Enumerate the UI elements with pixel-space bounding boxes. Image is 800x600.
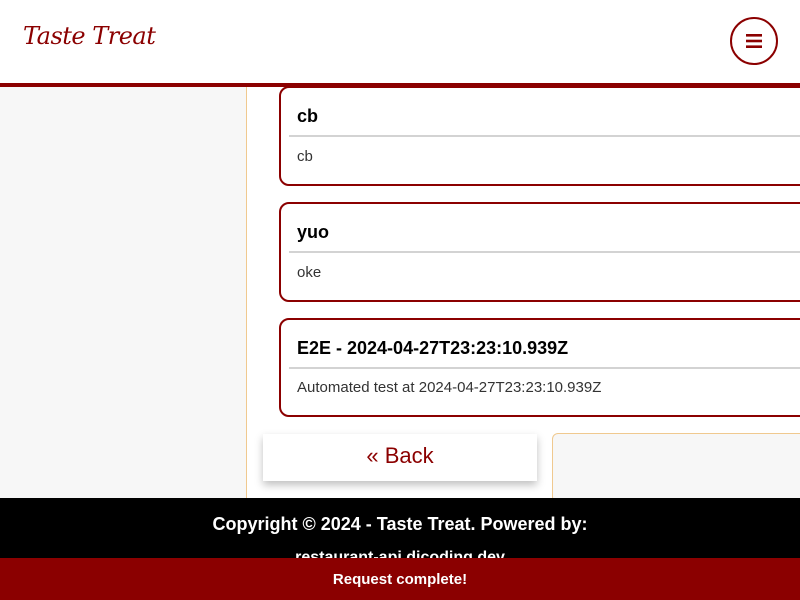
left-panel	[0, 87, 246, 498]
footer-copyright: Copyright © 2024 - Taste Treat. Powered …	[212, 514, 588, 534]
review-body: oke	[297, 264, 322, 281]
site-logo[interactable]: Taste Treat	[23, 22, 156, 50]
review-title: E2E - 2024-04-27T23:23:10.939Z	[297, 338, 569, 358]
review-body: Automated test at 2024-04-27T23:23:10.93…	[297, 379, 602, 396]
review-card: cb cb	[279, 86, 800, 186]
review-divider	[289, 367, 800, 369]
review-title: cb	[297, 106, 319, 126]
app-header: Taste Treat	[0, 0, 800, 87]
side-panel-box	[552, 433, 800, 503]
back-button[interactable]: « Back	[263, 443, 537, 469]
page: Taste Treat cb cb yuo oke E2E - 2024-04-…	[0, 0, 800, 600]
review-body: cb	[297, 148, 313, 165]
review-divider	[289, 135, 800, 137]
review-title: yuo	[297, 222, 330, 242]
back-card: « Back	[263, 434, 537, 481]
review-card: E2E - 2024-04-27T23:23:10.939Z Automated…	[279, 318, 800, 417]
status-toast: Request complete!	[0, 558, 800, 600]
menu-button[interactable]	[730, 17, 778, 65]
review-divider	[289, 251, 800, 253]
hamburger-menu-icon	[746, 34, 762, 48]
toast-message: Request complete!	[332, 571, 468, 588]
review-card: yuo oke	[279, 202, 800, 302]
